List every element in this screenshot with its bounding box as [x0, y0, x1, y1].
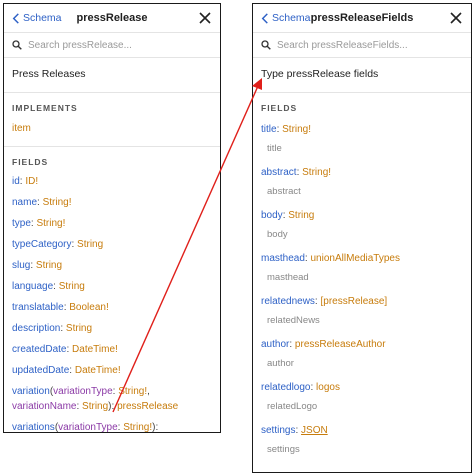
search-icon — [12, 40, 22, 50]
field-name: description — [12, 323, 61, 334]
back-label: Schema — [23, 12, 62, 24]
field-type[interactable]: logos — [316, 382, 340, 393]
field-row[interactable]: typeCategory: String — [4, 234, 220, 255]
field-type[interactable]: pressRelease — [117, 401, 178, 412]
field-type[interactable]: Boolean! — [69, 302, 108, 313]
field-type[interactable]: String — [288, 210, 314, 221]
close-icon[interactable] — [450, 12, 462, 24]
field-type[interactable]: String! — [36, 218, 65, 229]
argument-type[interactable]: String! — [118, 386, 147, 397]
field-type[interactable]: String — [77, 239, 103, 250]
argument-type[interactable]: String — [82, 401, 108, 412]
implements-header: IMPLEMENTS — [12, 103, 78, 113]
field-name: body — [261, 210, 283, 221]
field-name: abstract — [261, 167, 297, 178]
field-name: author — [261, 339, 290, 350]
field-row[interactable]: translatable: Boolean! — [4, 297, 220, 318]
field-row[interactable]: type: String! — [4, 213, 220, 234]
argument-name: variationName — [12, 401, 77, 412]
field-description: title — [267, 143, 282, 154]
search-bar — [4, 33, 220, 58]
field-row[interactable]: settings: JSON — [253, 418, 471, 438]
type-description: Type pressRelease fields — [253, 58, 471, 93]
field-row[interactable]: title: String! — [253, 117, 471, 137]
field-type[interactable]: String — [36, 260, 62, 271]
field-name: translatable — [12, 302, 64, 313]
field-type[interactable]: ID! — [25, 176, 38, 187]
field-row[interactable]: slug: String — [4, 255, 220, 276]
field-name: variations — [12, 422, 55, 433]
field-type[interactable]: String! — [302, 167, 331, 178]
field-row[interactable]: id: ID! — [4, 171, 220, 192]
field-description: masthead — [267, 272, 309, 283]
chevron-left-icon — [261, 12, 268, 24]
argument-name: variationType — [58, 422, 118, 433]
field-row[interactable]: author: pressReleaseAuthor — [253, 332, 471, 352]
field-name: name — [12, 197, 38, 208]
back-label: Schema — [272, 12, 311, 24]
field-description: abstract — [267, 186, 301, 197]
field-description: body — [267, 229, 288, 240]
implements-item[interactable]: item — [4, 117, 220, 138]
field-row[interactable]: masthead: unionAllMediaTypes — [253, 246, 471, 266]
field-type[interactable]: DateTime! — [72, 344, 118, 355]
search-input[interactable] — [28, 39, 208, 51]
field-name: variation — [12, 386, 50, 397]
field-type[interactable]: String! — [43, 197, 72, 208]
fields-header: FIELDS — [12, 157, 49, 167]
back-button[interactable]: Schema — [261, 12, 311, 24]
field-row[interactable]: language: String — [4, 276, 220, 297]
field-name: masthead — [261, 253, 305, 264]
back-button[interactable]: Schema — [12, 12, 62, 24]
field-row[interactable]: relatednews: [pressRelease] — [253, 289, 471, 309]
field-description: relatedNews — [267, 315, 320, 326]
field-type[interactable]: String! — [282, 124, 311, 135]
field-name: relatednews — [261, 296, 315, 307]
field-name: language — [12, 281, 54, 292]
field-row[interactable]: body: String — [253, 203, 471, 223]
argument-type[interactable]: String! — [123, 422, 152, 432]
schema-panel-press-release-fields: Schema pressReleaseFields Type pressRele… — [252, 3, 472, 473]
field-type[interactable]: JSON — [301, 425, 328, 436]
field-row-variations[interactable]: variations(variationType: String!): [pre… — [4, 417, 220, 433]
field-type[interactable]: [pressRelease] — [320, 296, 387, 307]
chevron-left-icon — [12, 12, 19, 24]
field-type[interactable]: String — [66, 323, 92, 334]
field-row[interactable]: abstract: String! — [253, 160, 471, 180]
type-description: Press Releases — [4, 58, 220, 93]
panel-header: Schema pressRelease — [4, 4, 220, 33]
field-name: title — [261, 124, 277, 135]
search-icon — [261, 40, 271, 50]
field-row[interactable]: relatedlogo: logos — [253, 375, 471, 395]
field-type[interactable]: unionAllMediaTypes — [310, 253, 400, 264]
field-row[interactable]: name: String! — [4, 192, 220, 213]
field-type[interactable]: String — [59, 281, 85, 292]
field-name: relatedlogo — [261, 382, 311, 393]
close-icon[interactable] — [199, 12, 211, 24]
field-name: createdDate — [12, 344, 67, 355]
field-name: id — [12, 176, 20, 187]
field-type[interactable]: DateTime! — [75, 365, 121, 376]
panel-header: Schema pressReleaseFields — [253, 4, 471, 33]
argument-name: variationType — [53, 386, 113, 397]
field-row[interactable]: description: String — [4, 318, 220, 339]
field-row-variation[interactable]: variation(variationType: String!, variat… — [4, 381, 220, 417]
field-description: settings — [267, 444, 300, 455]
field-name: settings — [261, 425, 296, 436]
schema-panel-press-release: Schema pressRelease Press Releases IMPLE… — [3, 3, 221, 433]
field-description: relatedLogo — [267, 401, 318, 412]
search-bar — [253, 33, 471, 58]
field-name: type — [12, 218, 31, 229]
field-name: typeCategory — [12, 239, 72, 250]
search-input[interactable] — [277, 39, 457, 51]
field-type[interactable]: pressReleaseAuthor — [295, 339, 386, 350]
fields-header: FIELDS — [261, 103, 298, 113]
field-name: updatedDate — [12, 365, 70, 376]
field-description: author — [267, 358, 294, 369]
field-name: slug — [12, 260, 31, 271]
field-row[interactable]: updatedDate: DateTime! — [4, 360, 220, 381]
field-row[interactable]: createdDate: DateTime! — [4, 339, 220, 360]
